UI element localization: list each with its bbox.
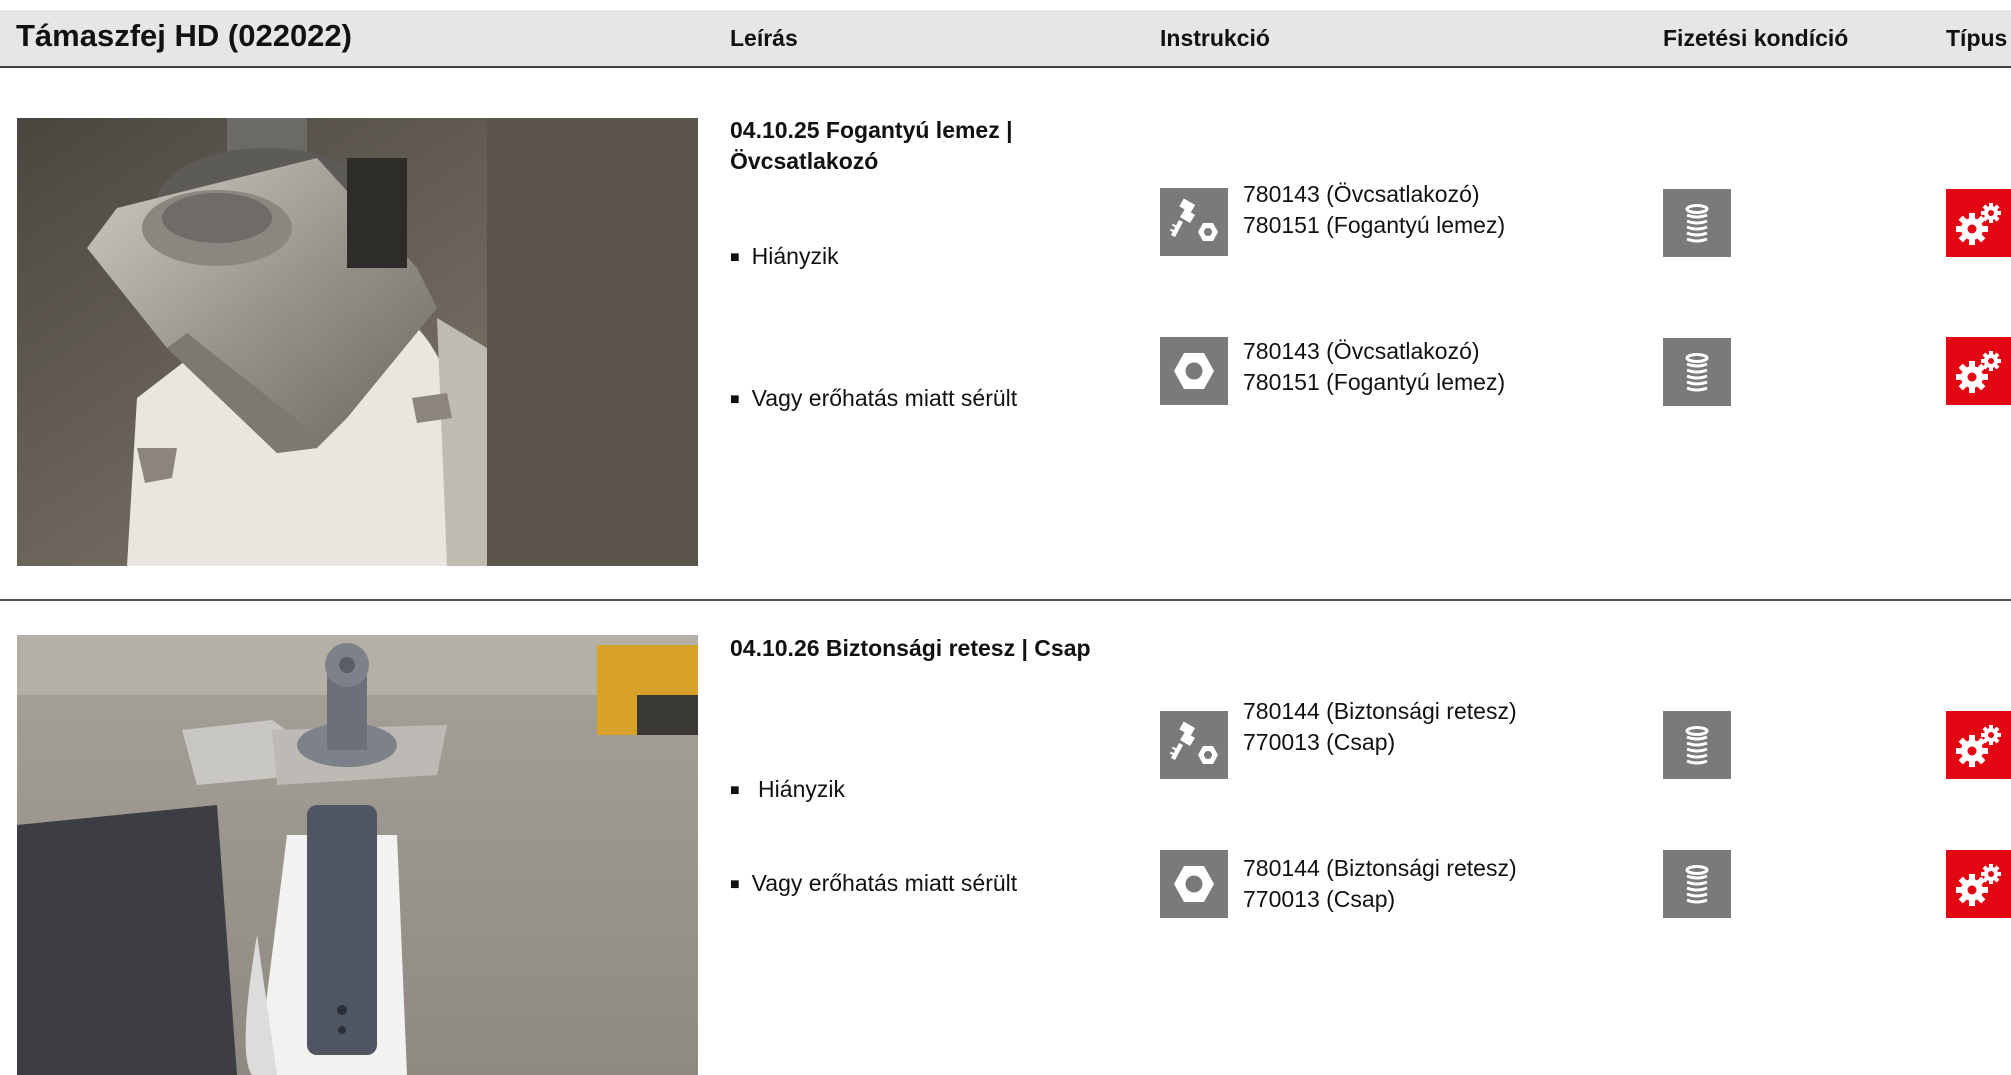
bullet-text: Hiányzik <box>751 243 839 269</box>
bullet-square-icon: ■ <box>730 876 740 893</box>
photo-biztonsagi-retesz <box>17 635 698 1075</box>
gears-icon <box>1946 850 2011 918</box>
list-item: ■ Vagy erőhatás miatt sérült <box>730 869 1017 901</box>
bullet-square-icon: ■ <box>730 782 740 799</box>
part-number: 780144 (Biztonsági retesz) <box>1243 855 1517 881</box>
gears-icon <box>1946 711 2011 779</box>
bullet-text: Vagy erőhatás miatt sérült <box>751 385 1018 411</box>
column-header-leiras: Leírás <box>730 25 798 51</box>
column-header-tipus: Típus <box>1946 25 2008 51</box>
part-numbers: 780143 (Övcsatlakozó) 780151 (Fogantyú l… <box>1243 179 1505 241</box>
table-header: Támaszfej HD (022022) Leírás Instrukció … <box>0 10 2011 68</box>
photo-fogantyu-lemez <box>17 118 698 566</box>
gears-icon <box>1946 189 2011 257</box>
bolt-nut-icon <box>1160 188 1228 256</box>
nut-icon <box>1160 850 1228 918</box>
bolt-nut-icon <box>1160 711 1228 779</box>
bullet-square-icon: ■ <box>730 391 740 408</box>
page-title: Támaszfej HD (022022) <box>16 18 352 53</box>
bullet-square-icon: ■ <box>730 249 740 266</box>
part-number: 780143 (Övcsatlakozó) <box>1243 338 1480 364</box>
coin-stack-icon <box>1663 338 1731 406</box>
list-item: ■ Hiányzik <box>730 775 845 807</box>
gears-icon <box>1946 337 2011 405</box>
part-number: 770013 (Csap) <box>1243 886 1396 912</box>
column-header-instrukcio: Instrukció <box>1160 25 1270 51</box>
section-title: 04.10.25 Fogantyú lemez | Övcsatlakozó <box>730 117 1013 174</box>
bullet-text: Hiányzik <box>751 776 845 802</box>
part-numbers: 780144 (Biztonsági retesz) 770013 (Csap) <box>1243 696 1517 758</box>
section-divider <box>0 599 2011 601</box>
nut-icon <box>1160 337 1228 405</box>
coin-stack-icon <box>1663 189 1731 257</box>
part-number: 780143 (Övcsatlakozó) <box>1243 181 1480 207</box>
part-number: 770013 (Csap) <box>1243 729 1396 755</box>
part-number: 780151 (Fogantyú lemez) <box>1243 369 1506 395</box>
coin-stack-icon <box>1663 850 1731 918</box>
list-item: ■ Vagy erőhatás miatt sérült <box>730 384 1017 416</box>
part-numbers: 780144 (Biztonsági retesz) 770013 (Csap) <box>1243 853 1517 915</box>
bullet-text: Vagy erőhatás miatt sérült <box>751 870 1018 896</box>
part-numbers: 780143 (Övcsatlakozó) 780151 (Fogantyú l… <box>1243 336 1505 398</box>
part-number: 780144 (Biztonsági retesz) <box>1243 698 1517 724</box>
column-header-fizetesi: Fizetési kondíció <box>1663 25 1849 51</box>
list-item: ■ Hiányzik <box>730 242 839 274</box>
section-title: 04.10.26 Biztonsági retesz | Csap <box>730 635 1091 661</box>
coin-stack-icon <box>1663 711 1731 779</box>
part-number: 780151 (Fogantyú lemez) <box>1243 212 1506 238</box>
